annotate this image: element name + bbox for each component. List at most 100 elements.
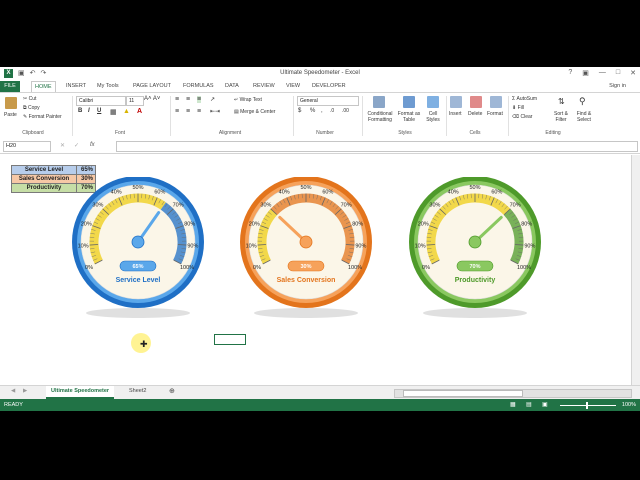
kpi-label[interactable]: Sales Conversion xyxy=(11,174,77,184)
confirm-entry-icon[interactable]: ✓ xyxy=(74,142,79,149)
copy-button[interactable]: ⧉ Copy xyxy=(23,105,40,111)
tab-file[interactable]: FILE xyxy=(0,81,20,92)
zoom-level[interactable]: 100% xyxy=(622,402,636,408)
gauge-tick-label: 100% xyxy=(348,265,362,271)
borders-icon[interactable]: ▦ xyxy=(110,108,117,116)
decrease-decimal-icon[interactable]: .00 xyxy=(342,108,349,114)
name-box[interactable]: H20 xyxy=(3,141,51,152)
insert-button[interactable]: Insert xyxy=(449,111,462,117)
worksheet-grid[interactable]: Service Level 65% Sales Conversion 30% P… xyxy=(0,155,640,385)
font-name-select[interactable]: Calibri xyxy=(76,96,126,106)
paste-icon[interactable] xyxy=(5,97,17,109)
tab-data[interactable]: DATA xyxy=(225,83,239,89)
format-cells-icon[interactable] xyxy=(490,96,502,108)
page-layout-view-icon[interactable]: ▤ xyxy=(526,401,532,408)
minimize-icon[interactable]: — xyxy=(599,69,606,77)
sign-in-link[interactable]: Sign in xyxy=(609,83,626,89)
page-break-view-icon[interactable]: ▣ xyxy=(542,401,548,408)
font-size-select[interactable]: 11 xyxy=(126,96,144,106)
format-as-table-icon[interactable] xyxy=(403,96,415,108)
tab-developer[interactable]: DEVELOPER xyxy=(312,83,346,89)
scrollbar-thumb[interactable] xyxy=(403,390,523,397)
sort-filter-icon[interactable]: ⇅ xyxy=(558,97,565,106)
vertical-scrollbar[interactable] xyxy=(631,155,640,385)
speedometer-gauge[interactable]: 0% 10% 20% 30% 40% 50% 60% 70% 80% 90% 100% 30% Sale… xyxy=(236,177,376,327)
cell-styles-button[interactable]: Cell Styles xyxy=(423,111,443,123)
conditional-formatting-button[interactable]: Conditional Formatting xyxy=(364,111,396,123)
binoculars-icon[interactable]: ⚲ xyxy=(579,96,586,107)
orientation-icon[interactable]: ↗ xyxy=(210,96,215,103)
horizontal-scrollbar[interactable] xyxy=(394,389,632,398)
align-middle-icon[interactable]: ≡ xyxy=(186,96,190,103)
delete-button[interactable]: Delete xyxy=(468,111,482,117)
number-format-select[interactable]: General xyxy=(297,96,359,106)
cancel-entry-icon[interactable]: ✕ xyxy=(60,142,65,149)
help-icon[interactable]: ? xyxy=(568,69,572,77)
new-sheet-icon[interactable]: ⊕ xyxy=(164,386,180,397)
percent-icon[interactable]: % xyxy=(310,108,315,114)
selected-cell[interactable] xyxy=(214,334,246,345)
increase-decimal-icon[interactable]: .0 xyxy=(330,108,334,114)
sort-filter-button[interactable]: Sort & Filter xyxy=(552,111,570,123)
gauge-tick-label: 100% xyxy=(517,265,531,271)
tab-insert[interactable]: INSERT xyxy=(66,83,86,89)
insert-function-button[interactable]: fx xyxy=(90,142,95,148)
gauge-tick-label: 70% xyxy=(510,202,521,208)
find-select-button[interactable]: Find & Select xyxy=(573,111,595,123)
clear-button[interactable]: ⌫ Clear xyxy=(512,114,532,120)
tab-page-layout[interactable]: PAGE LAYOUT xyxy=(133,83,171,89)
zoom-slider[interactable] xyxy=(560,405,616,406)
gauge-tick-label: 40% xyxy=(279,190,290,196)
insert-cells-icon[interactable] xyxy=(450,96,462,108)
format-as-table-button[interactable]: Format as Table xyxy=(396,111,422,123)
kpi-label[interactable]: Productivity xyxy=(11,183,77,193)
tab-formulas[interactable]: FORMULAS xyxy=(183,83,214,89)
cell-styles-icon[interactable] xyxy=(427,96,439,108)
format-button[interactable]: Format xyxy=(487,111,503,117)
wrap-text-button[interactable]: ↵ Wrap Text xyxy=(234,97,262,103)
delete-cells-icon[interactable] xyxy=(470,96,482,108)
fill-button[interactable]: ⬇ Fill xyxy=(512,105,524,111)
bold-icon[interactable]: B xyxy=(78,108,82,114)
gauge-tick-label: 30% xyxy=(92,202,103,208)
speedometer-gauge[interactable]: 0% 10% 20% 30% 40% 50% 60% 70% 80% 90% 100% 65% Serv… xyxy=(68,177,208,327)
align-center-icon[interactable]: ≡ xyxy=(186,108,190,115)
conditional-formatting-icon[interactable] xyxy=(373,96,385,108)
speedometer-gauge[interactable]: 0% 10% 20% 30% 40% 50% 60% 70% 80% 90% 100% 70% Prod… xyxy=(405,177,545,327)
scroll-tabs-right-icon[interactable]: ▶ xyxy=(18,386,32,397)
grow-font-icon[interactable]: A˄ A˅ xyxy=(144,96,160,102)
kpi-label[interactable]: Service Level xyxy=(11,165,77,175)
maximize-icon[interactable]: □ xyxy=(616,69,620,77)
tab-my-tools[interactable]: My Tools xyxy=(97,83,119,89)
fill-color-icon[interactable]: ▲ xyxy=(123,108,130,115)
kpi-value[interactable]: 65% xyxy=(76,165,96,175)
comma-icon[interactable]: , xyxy=(321,108,323,114)
close-icon[interactable]: ✕ xyxy=(630,69,636,77)
paste-button[interactable]: Paste xyxy=(4,112,17,118)
gauge-hub xyxy=(468,235,482,249)
format-painter-button[interactable]: ✎ Format Painter xyxy=(23,114,62,120)
tab-view[interactable]: VIEW xyxy=(286,83,300,89)
font-color-icon[interactable]: A xyxy=(137,108,142,115)
tab-home[interactable]: HOME xyxy=(31,81,56,92)
align-bottom-icon[interactable]: ≡ xyxy=(197,96,202,103)
sheet-tab-ultimate-speedometer[interactable]: Ultimate Speedometer xyxy=(46,386,115,399)
merge-center-button[interactable]: ▤ Merge & Center xyxy=(234,109,275,115)
currency-icon[interactable]: $ xyxy=(298,108,301,114)
normal-view-icon[interactable]: ▦ xyxy=(510,401,516,408)
gauge-tick xyxy=(345,244,355,246)
sheet-tab-sheet2[interactable]: Sheet2 xyxy=(124,386,151,397)
indent-icon[interactable]: ⇤⇥ xyxy=(210,108,220,115)
formula-input[interactable] xyxy=(116,141,638,152)
align-right-icon[interactable]: ≡ xyxy=(197,108,201,115)
cut-button[interactable]: ✂ Cut xyxy=(23,96,36,102)
zoom-slider-thumb[interactable] xyxy=(586,402,588,409)
tab-review[interactable]: REVIEW xyxy=(253,83,275,89)
align-top-icon[interactable]: ≡ xyxy=(175,96,179,103)
autosum-button[interactable]: Σ AutoSum xyxy=(512,96,537,102)
align-left-icon[interactable]: ≡ xyxy=(175,108,179,115)
gauge-tick-label: 40% xyxy=(448,190,459,196)
underline-icon[interactable]: U xyxy=(97,108,101,114)
ribbon-display-icon[interactable]: ▣ xyxy=(582,69,589,77)
italic-icon[interactable]: I xyxy=(88,108,90,114)
